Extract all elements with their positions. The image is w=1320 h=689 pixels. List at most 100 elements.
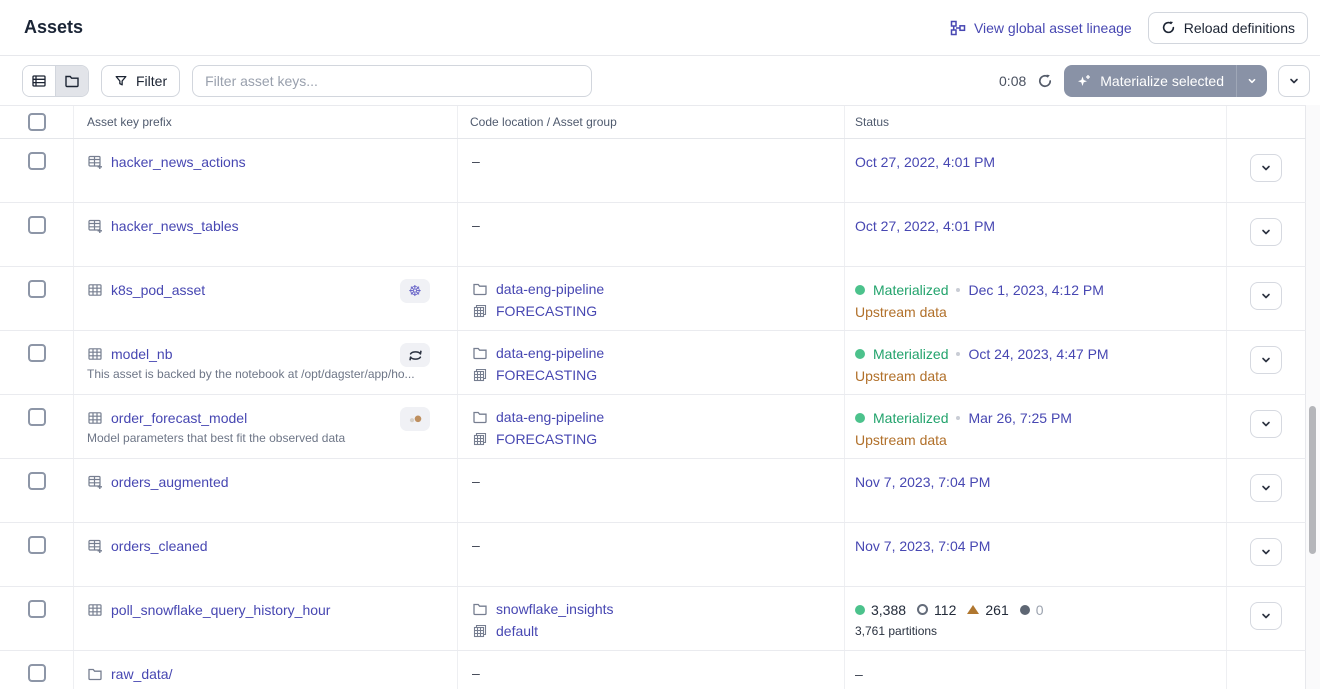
asset-key-link[interactable]: orders_cleaned: [111, 538, 208, 554]
code-location-cell: –: [458, 523, 845, 586]
row-expand-button[interactable]: [1250, 410, 1282, 438]
materialization-date-link[interactable]: Nov 7, 2023, 7:04 PM: [855, 538, 990, 554]
status-cell: 3,38811226103,761 partitions: [845, 587, 1227, 650]
asset-group-link[interactable]: FORECASTING: [496, 303, 597, 319]
column-header-code-location: Code location / Asset group: [458, 106, 845, 138]
folder-view-button[interactable]: [56, 66, 88, 96]
reload-definitions-button[interactable]: Reload definitions: [1148, 12, 1308, 44]
row-checkbox[interactable]: [28, 216, 46, 234]
materialization-date-link[interactable]: Oct 27, 2022, 4:01 PM: [855, 218, 995, 234]
code-location-link[interactable]: data-eng-pipeline: [496, 281, 604, 297]
filter-asset-keys-input[interactable]: [192, 65, 592, 97]
asset-key-cell: order_forecast_model Model parameters tha…: [74, 395, 458, 458]
asset-key-link[interactable]: orders_augmented: [111, 474, 229, 490]
row-expand-button[interactable]: [1250, 218, 1282, 246]
upstream-data-link[interactable]: Upstream data: [855, 368, 947, 384]
upstream-data-link[interactable]: Upstream data: [855, 304, 947, 320]
table-row: orders_cleaned – Nov 7, 2023, 7:04 PM: [0, 523, 1306, 587]
asset-group-link[interactable]: default: [496, 623, 538, 639]
asset-key-link[interactable]: k8s_pod_asset: [111, 282, 205, 298]
list-view-button[interactable]: [23, 66, 56, 96]
materialization-date-link[interactable]: Oct 27, 2022, 4:01 PM: [855, 154, 995, 170]
code-location-link[interactable]: data-eng-pipeline: [496, 345, 604, 361]
view-global-asset-lineage-link[interactable]: View global asset lineage: [949, 19, 1132, 37]
sparkle-icon: [1076, 73, 1092, 89]
asset-key-link[interactable]: poll_snowflake_query_history_hour: [111, 602, 330, 618]
asset-group-link[interactable]: FORECASTING: [496, 431, 597, 447]
asset-description: This asset is backed by the notebook at …: [87, 367, 433, 381]
row-expand-button[interactable]: [1250, 474, 1282, 502]
lineage-icon: [949, 19, 967, 37]
partition-count-value: 112: [934, 602, 956, 618]
materialization-date-link[interactable]: Nov 7, 2023, 7:04 PM: [855, 474, 990, 490]
row-checkbox[interactable]: [28, 600, 46, 618]
asset-plus-icon: [87, 538, 103, 554]
status-cell: MaterializedDec 1, 2023, 4:12 PMUpstream…: [845, 267, 1227, 330]
asset-key-link[interactable]: raw_data/: [111, 666, 172, 682]
code-location-link[interactable]: data-eng-pipeline: [496, 409, 604, 425]
jupyter-dots-icon: [407, 411, 424, 427]
separator-dot-icon: [956, 352, 960, 356]
asset-key-cell: poll_snowflake_query_history_hour: [74, 587, 458, 650]
row-expand-button[interactable]: [1250, 602, 1282, 630]
asset-description: Model parameters that best fit the obser…: [87, 431, 433, 445]
materialize-options-caret[interactable]: [1236, 65, 1267, 97]
row-checkbox[interactable]: [28, 408, 46, 426]
code-location-cell: –: [458, 459, 845, 522]
asset-key-link[interactable]: hacker_news_tables: [111, 218, 239, 234]
filter-button[interactable]: Filter: [101, 65, 180, 97]
asset-key-link[interactable]: order_forecast_model: [111, 410, 247, 426]
compute-kind-badge: [400, 343, 430, 367]
more-actions-button[interactable]: [1278, 65, 1310, 97]
status-cell: Nov 7, 2023, 7:04 PM: [845, 523, 1227, 586]
materialize-selected-button[interactable]: Materialize selected: [1064, 65, 1267, 97]
table-row: hacker_news_actions – Oct 27, 2022, 4:01 P…: [0, 139, 1306, 203]
column-header-status: Status: [845, 106, 1227, 138]
code-location-cell: data-eng-pipeline FORECASTING: [458, 267, 845, 330]
asset-key-link[interactable]: hacker_news_actions: [111, 154, 246, 170]
asset-group-link[interactable]: FORECASTING: [496, 367, 597, 383]
page-header: Assets View global asset lineage: [0, 0, 1320, 56]
chevron-down-icon: [1259, 417, 1273, 431]
asset-key-cell: hacker_news_tables: [74, 203, 458, 266]
table-row: model_nb This asset is backed by the note…: [0, 331, 1306, 395]
materialization-date-link[interactable]: Mar 26, 7:25 PM: [968, 410, 1072, 426]
row-expand-button[interactable]: [1250, 282, 1282, 310]
asset-group-icon: [472, 367, 488, 383]
partition-count: 112: [917, 602, 956, 618]
materialization-date-link[interactable]: Dec 1, 2023, 4:12 PM: [968, 282, 1103, 298]
code-location-link[interactable]: snowflake_insights: [496, 601, 614, 617]
row-expand-button[interactable]: [1250, 538, 1282, 566]
materialization-date-link[interactable]: Oct 24, 2023, 4:47 PM: [968, 346, 1108, 362]
row-checkbox[interactable]: [28, 664, 46, 682]
select-all-checkbox[interactable]: [28, 113, 46, 131]
empty-value: –: [472, 153, 480, 169]
notebook-sync-icon: [407, 347, 424, 364]
separator-dot-icon: [956, 288, 960, 292]
row-checkbox[interactable]: [28, 280, 46, 298]
reload-icon: [1161, 20, 1176, 35]
status-cell: –: [845, 651, 1227, 689]
partition-summary: 3,761 partitions: [855, 624, 1226, 638]
refresh-icon[interactable]: [1037, 73, 1053, 89]
empty-value: –: [472, 537, 480, 553]
row-expand-button[interactable]: [1250, 346, 1282, 374]
row-checkbox[interactable]: [28, 152, 46, 170]
asset-key-link[interactable]: model_nb: [111, 346, 173, 362]
asset-group-icon: [472, 431, 488, 447]
assets-table-header: Asset key prefix Code location / Asset g…: [0, 106, 1306, 139]
chevron-down-icon: [1259, 609, 1273, 623]
page-title: Assets: [24, 17, 83, 38]
scrollbar-track: [1306, 105, 1320, 689]
row-checkbox[interactable]: [28, 472, 46, 490]
row-checkbox[interactable]: [28, 344, 46, 362]
upstream-data-link[interactable]: Upstream data: [855, 432, 947, 448]
row-expand-button[interactable]: [1250, 154, 1282, 182]
partition-failed-triangle-icon: [967, 605, 979, 614]
scrollbar-thumb[interactable]: [1309, 406, 1316, 554]
row-checkbox[interactable]: [28, 536, 46, 554]
code-location-cell: –: [458, 651, 845, 689]
code-location-folder-icon: [472, 409, 488, 425]
view-toggle: [22, 65, 89, 97]
materialized-dot-icon: [855, 413, 865, 423]
